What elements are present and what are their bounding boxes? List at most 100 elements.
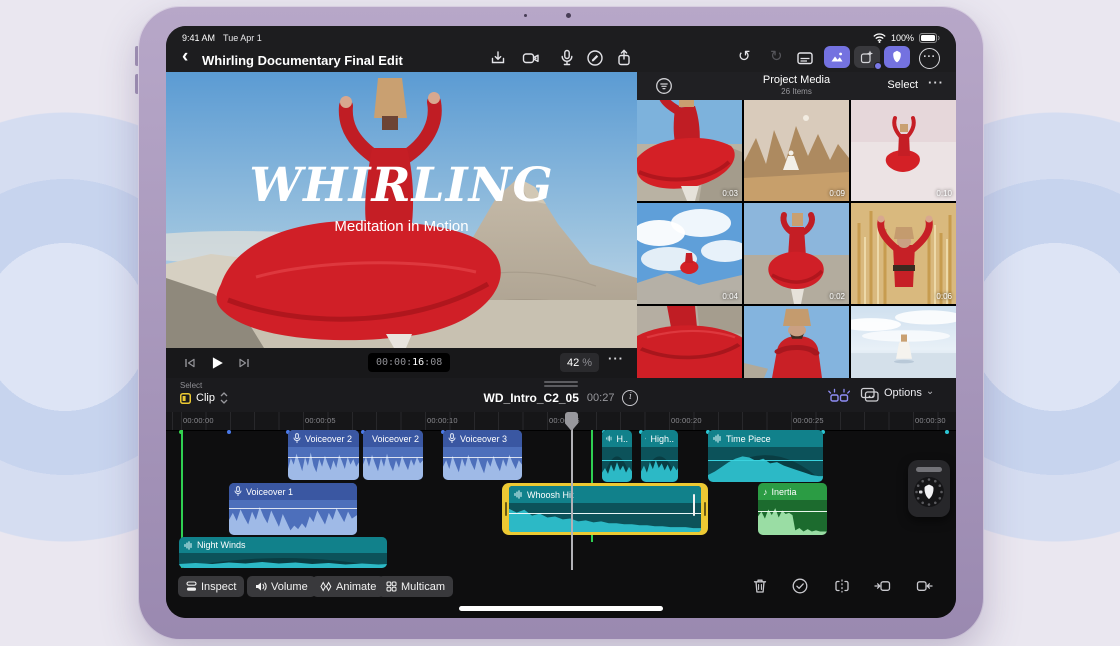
zoom-level-control[interactable]: 42 % bbox=[560, 353, 599, 372]
video-viewer[interactable]: WHIRLING Meditation in Motion bbox=[166, 72, 637, 348]
timeline-ruler[interactable]: 00:00:00 00:00:05 00:00:10 00:00:15 00:0… bbox=[166, 412, 956, 431]
titles-icon[interactable] bbox=[796, 49, 814, 67]
home-indicator[interactable] bbox=[459, 606, 663, 611]
trim-handle-left[interactable] bbox=[505, 502, 507, 516]
media-more-icon[interactable]: ··· bbox=[928, 75, 944, 90]
zoom-unit: % bbox=[582, 357, 592, 369]
clip-voiceover-2b[interactable]: Voiceover 2 bbox=[363, 430, 423, 480]
media-thumbnail-4[interactable]: 0:04 bbox=[637, 203, 742, 304]
jog-toggle-button[interactable] bbox=[884, 46, 910, 68]
enable-clip-icon[interactable] bbox=[791, 577, 809, 595]
clip-whoosh-hit-selected[interactable]: Whoosh Hit bbox=[502, 483, 708, 535]
microphone-icon[interactable] bbox=[558, 49, 576, 67]
media-thumbnail-8[interactable] bbox=[744, 306, 849, 378]
insert-after-icon[interactable] bbox=[915, 577, 933, 595]
sfx-waveform-icon bbox=[606, 434, 612, 443]
multicam-overlay-icon[interactable] bbox=[860, 386, 880, 404]
back-button[interactable]: ‹ bbox=[182, 45, 196, 71]
timeline-bottom-toolbar: Inspect Volume Animate bbox=[166, 574, 956, 602]
timecode-display[interactable]: 00:00:16:08 bbox=[368, 353, 450, 372]
clip-label: High.. bbox=[650, 434, 674, 444]
ipad-screen: 9:41 AM Tue Apr 1 100% ‹ bbox=[166, 26, 956, 618]
media-thumbnail-3[interactable]: 0:10 bbox=[851, 100, 956, 201]
clip-label: Voiceover 3 bbox=[460, 434, 507, 444]
clip-h[interactable]: H.. bbox=[602, 430, 632, 482]
stage: 9:41 AM Tue Apr 1 100% ‹ bbox=[0, 0, 1120, 646]
more-options-icon[interactable]: ··· bbox=[919, 48, 940, 69]
sensor-dot bbox=[524, 14, 527, 17]
animate-button[interactable]: Animate bbox=[312, 576, 384, 597]
status-bar: 9:41 AM Tue Apr 1 100% bbox=[166, 26, 956, 48]
clip-voiceover-1[interactable]: Voiceover 1 bbox=[229, 483, 357, 535]
media-thumbnail-5[interactable]: 0:02 bbox=[744, 203, 849, 304]
thumbnail-image bbox=[637, 100, 742, 201]
delete-icon[interactable] bbox=[751, 577, 769, 595]
pencil-icon[interactable] bbox=[586, 49, 604, 67]
connect-clips-icon[interactable] bbox=[828, 386, 850, 404]
undo-icon[interactable]: ↺ bbox=[738, 47, 751, 65]
media-thumbnail-1[interactable]: 0:03 bbox=[637, 100, 742, 201]
redo-icon: ↻ bbox=[770, 47, 783, 65]
jog-wheel[interactable] bbox=[908, 460, 950, 517]
sfx-waveform-icon bbox=[645, 434, 646, 443]
options-button[interactable]: Options ⌄ bbox=[884, 387, 934, 399]
ruler-label: 00:00:10 bbox=[427, 416, 458, 425]
effects-icon bbox=[859, 49, 875, 65]
sfx-waveform-icon bbox=[713, 434, 722, 443]
play-button[interactable] bbox=[210, 356, 224, 370]
sfx-waveform-icon bbox=[514, 490, 523, 499]
volume-button[interactable]: Volume bbox=[247, 576, 316, 597]
trim-indicator[interactable] bbox=[693, 494, 696, 516]
clip-time-piece[interactable]: Time Piece bbox=[708, 430, 823, 482]
multicam-grid-icon bbox=[386, 581, 397, 592]
jog-drag-handle[interactable] bbox=[916, 467, 942, 472]
multicam-button[interactable]: Multicam bbox=[378, 576, 453, 597]
previous-frame-button[interactable] bbox=[184, 357, 196, 369]
split-clip-icon[interactable] bbox=[833, 577, 851, 595]
ruler-label: 00:00:25 bbox=[793, 416, 824, 425]
volume-label: Volume bbox=[271, 581, 308, 593]
media-thumbnail-6[interactable]: 0:06 bbox=[851, 203, 956, 304]
thumbnail-image bbox=[744, 100, 849, 201]
import-icon[interactable] bbox=[489, 49, 507, 67]
share-icon[interactable] bbox=[615, 49, 633, 67]
status-time: 9:41 AM bbox=[182, 33, 215, 43]
music-note-icon: ♪ bbox=[763, 487, 768, 497]
multicam-label: Multicam bbox=[401, 581, 445, 593]
viewer-title-text: WHIRLING bbox=[166, 158, 637, 213]
camera-icon[interactable] bbox=[522, 49, 540, 67]
media-thumbnail-2[interactable]: 0:09 bbox=[744, 100, 849, 201]
next-frame-button[interactable] bbox=[238, 357, 250, 369]
media-thumbnail-7[interactable] bbox=[637, 306, 742, 378]
effects-button[interactable] bbox=[854, 46, 880, 68]
media-browser-button[interactable] bbox=[824, 46, 850, 68]
chevron-down-icon: ⌄ bbox=[926, 386, 934, 397]
ruler-label: 00:00:20 bbox=[671, 416, 702, 425]
zoom-value: 42 bbox=[567, 357, 579, 369]
clip-label: H.. bbox=[616, 434, 628, 444]
thumbnail-image bbox=[637, 306, 742, 378]
clip-label: Night Winds bbox=[197, 540, 246, 550]
clip-night-winds[interactable]: Night Winds bbox=[179, 537, 387, 568]
insert-before-icon[interactable] bbox=[874, 577, 892, 595]
clip-voiceover-2a[interactable]: Voiceover 2 bbox=[288, 430, 359, 480]
trim-handle-right[interactable] bbox=[704, 502, 706, 516]
clip-label: Inertia bbox=[772, 487, 797, 497]
media-thumbnail-9[interactable] bbox=[851, 306, 956, 378]
clip-duration-badge: 0:10 bbox=[936, 189, 952, 198]
thumbnail-image bbox=[851, 203, 956, 304]
photos-icon bbox=[829, 49, 845, 65]
thumbnail-image bbox=[744, 306, 849, 378]
timeline-clips-area[interactable]: Voiceover 2 Voiceover 2 Voiceover 3 H.. … bbox=[166, 430, 956, 572]
viewer-more-icon[interactable]: ··· bbox=[608, 351, 624, 366]
info-icon[interactable]: i bbox=[622, 390, 638, 406]
select-button[interactable]: Select bbox=[887, 79, 918, 91]
clip-high[interactable]: High.. bbox=[641, 430, 678, 482]
playhead-line[interactable] bbox=[571, 412, 573, 570]
clip-voiceover-3[interactable]: Voiceover 3 bbox=[443, 430, 522, 480]
selected-clip-duration: 00:27 bbox=[587, 392, 615, 404]
marker-dot bbox=[945, 430, 949, 434]
clip-duration-badge: 0:06 bbox=[936, 292, 952, 301]
clip-inertia[interactable]: ♪ Inertia bbox=[758, 483, 827, 535]
inspect-button[interactable]: Inspect bbox=[178, 576, 244, 597]
